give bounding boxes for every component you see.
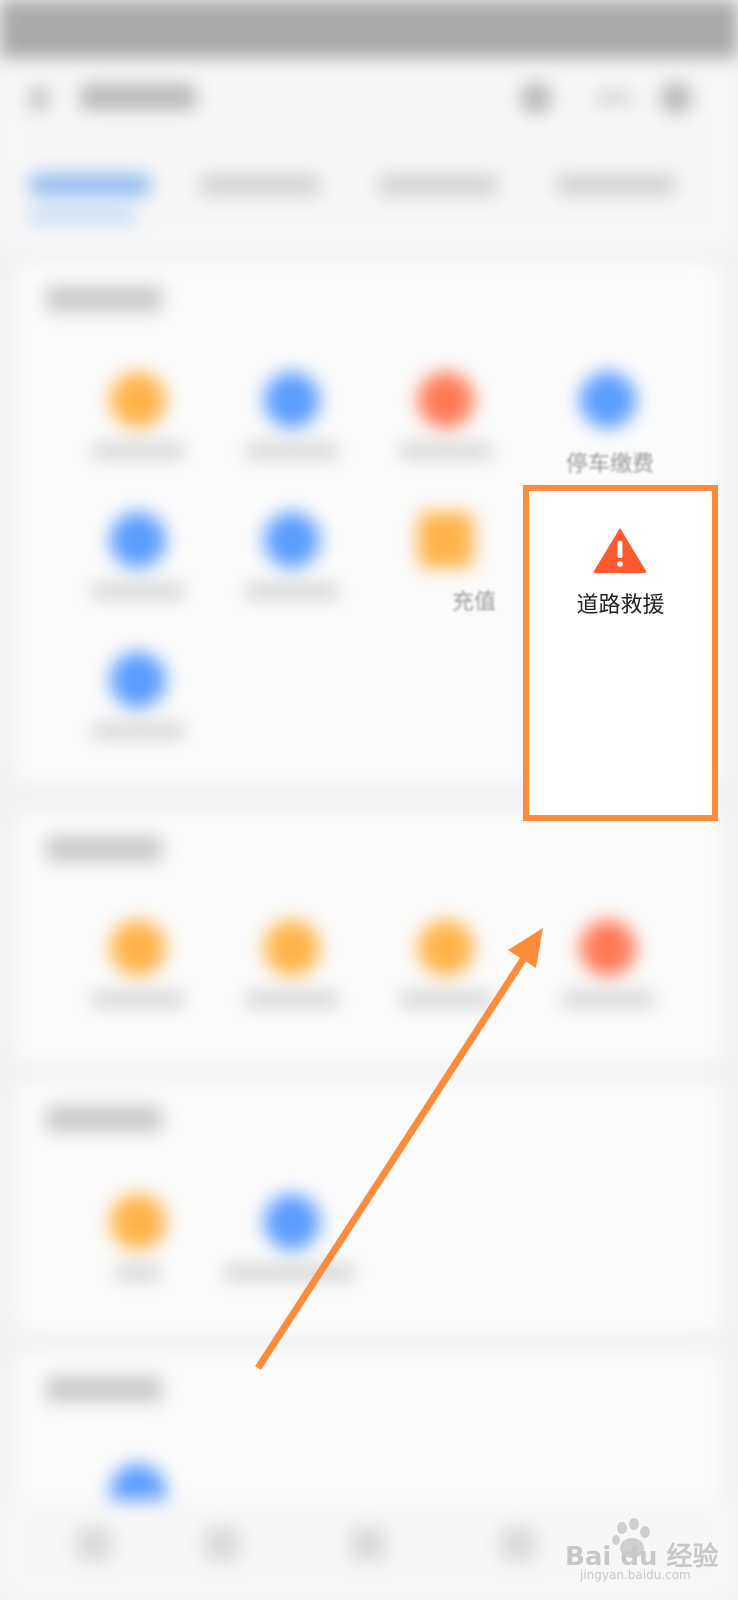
section-title <box>46 1376 162 1402</box>
service-icon <box>110 652 166 708</box>
highlighted-service-road-rescue[interactable]: 道路救援 <box>523 485 718 821</box>
service-item[interactable] <box>66 900 206 1020</box>
service-icon <box>580 920 636 976</box>
section-title <box>46 1106 162 1132</box>
warning-triangle-icon <box>593 528 647 573</box>
service-icon <box>418 920 474 976</box>
close-icon[interactable] <box>660 82 692 114</box>
more-icon[interactable] <box>596 94 632 102</box>
service-item[interactable] <box>220 352 360 472</box>
service-icon <box>264 372 320 428</box>
service-icon <box>110 920 166 976</box>
service-label <box>400 444 492 458</box>
service-item[interactable] <box>374 900 514 1020</box>
nav-item[interactable] <box>350 1526 386 1562</box>
tab-3[interactable] <box>378 174 498 196</box>
service-label-recharge: 充值 <box>452 590 497 615</box>
service-label <box>562 992 654 1006</box>
back-icon[interactable] <box>30 88 48 110</box>
road-rescue-label: 道路救援 <box>576 593 665 618</box>
page-title <box>80 84 196 110</box>
service-item[interactable] <box>66 352 206 472</box>
recharge-icon <box>418 512 474 568</box>
service-label-parking: 停车缴费 <box>566 452 655 477</box>
service-icon <box>110 512 166 568</box>
service-label <box>246 584 338 598</box>
service-label <box>224 1266 354 1280</box>
service-icon <box>110 1194 166 1250</box>
service-label <box>92 992 184 1006</box>
service-icon <box>110 372 166 428</box>
service-label <box>246 992 338 1006</box>
service-item[interactable] <box>220 1174 360 1294</box>
nav-item[interactable] <box>500 1526 536 1562</box>
service-item[interactable] <box>374 352 514 472</box>
service-label <box>400 992 492 1006</box>
app-header <box>0 58 738 138</box>
tab-4[interactable] <box>556 174 676 196</box>
service-section-3 <box>16 1082 722 1332</box>
search-icon[interactable] <box>520 82 552 114</box>
nav-item[interactable] <box>204 1526 240 1562</box>
service-label <box>92 584 184 598</box>
service-item[interactable] <box>66 632 206 752</box>
service-label <box>92 724 184 738</box>
service-icon <box>264 920 320 976</box>
tab-2[interactable] <box>200 174 320 196</box>
nav-item[interactable] <box>76 1526 112 1562</box>
category-tabs <box>0 138 738 248</box>
service-label <box>246 444 338 458</box>
service-icon <box>418 372 474 428</box>
active-tab-indicator <box>28 210 136 222</box>
status-bar <box>0 0 738 58</box>
service-icon <box>264 1194 320 1250</box>
service-item[interactable] <box>66 492 206 612</box>
service-section-4 <box>16 1352 722 1520</box>
service-label <box>116 1266 160 1280</box>
watermark-domain: jingyan.baidu.com <box>580 1568 691 1582</box>
service-section-2 <box>16 812 722 1062</box>
service-item[interactable] <box>66 1174 206 1294</box>
service-icon <box>264 512 320 568</box>
section-title <box>46 836 162 862</box>
service-label <box>92 444 184 458</box>
service-item[interactable] <box>220 492 360 612</box>
service-item[interactable] <box>536 900 676 1020</box>
service-item[interactable] <box>220 900 360 1020</box>
parking-icon <box>580 372 636 428</box>
section-title <box>46 286 162 312</box>
tab-1[interactable] <box>30 174 150 196</box>
